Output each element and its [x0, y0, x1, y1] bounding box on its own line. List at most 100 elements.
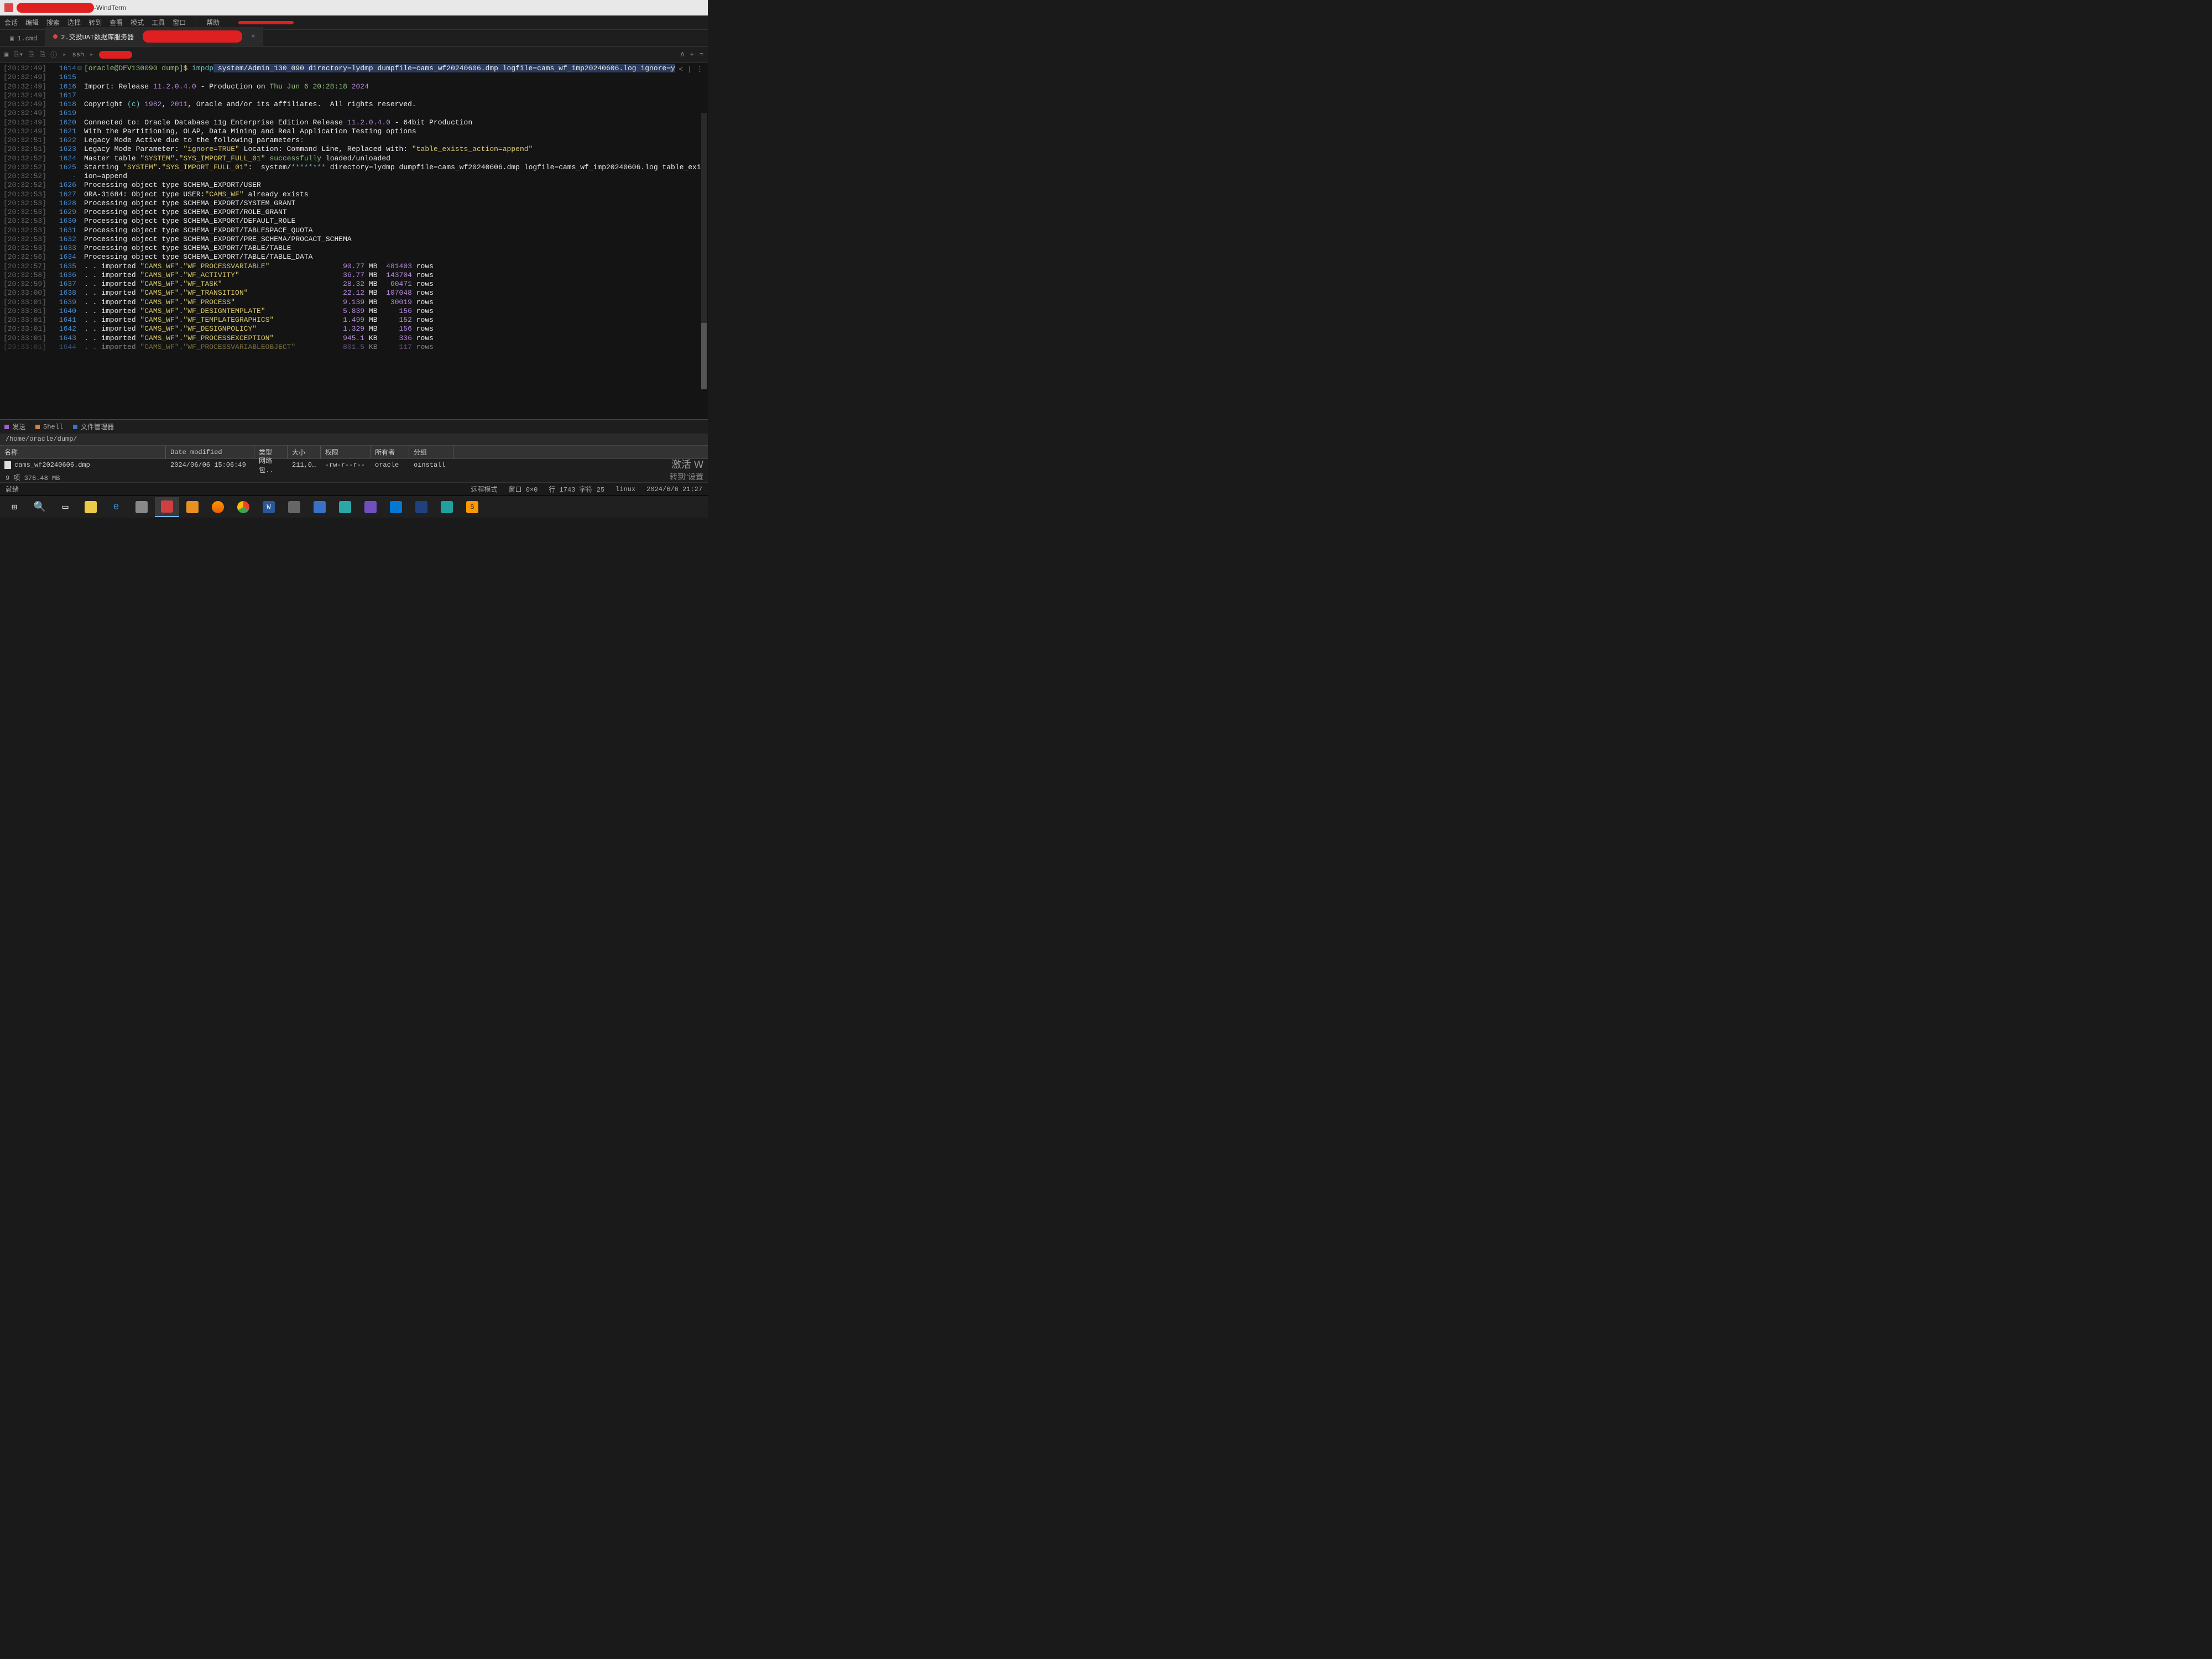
tool-font-a[interactable]: A [680, 51, 684, 59]
file-name: cams_wf20240606.dmp [14, 461, 90, 469]
gutter-timestamp: [20:32:53] [3, 244, 53, 253]
tab-close-icon[interactable]: × [251, 33, 255, 40]
file-row[interactable]: cams_wf20240606.dmp 2024/06/06 15:06:49 … [0, 459, 708, 471]
taskbar-firefox[interactable] [206, 497, 230, 517]
terminal-line: [20:33:01]1641 . . imported "CAMS_WF"."W… [3, 316, 705, 325]
terminal[interactable]: > < | ⋮ [20:32:49]1614⊟[oracle@DEV130090… [0, 63, 708, 419]
line-content: ORA-31684: Object type USER:"CAMS_WF" al… [84, 190, 705, 199]
menu-view[interactable]: 查看 [109, 18, 123, 27]
gutter-timestamp: [20:33:01] [3, 298, 53, 307]
gutter-linenum: 1632 [53, 235, 76, 244]
bottom-tab-filemanager[interactable]: 文件管理器 [73, 422, 114, 431]
crumb-ssh[interactable]: ssh [72, 51, 85, 59]
gutter-fold-icon [77, 217, 84, 226]
gutter-fold-icon [77, 343, 84, 352]
taskbar-app-darkblue[interactable] [409, 497, 434, 517]
taskbar-app-blue[interactable] [307, 497, 332, 517]
status-winsize: 窗口 0×0 [509, 484, 538, 494]
col-date[interactable]: Date modified [166, 446, 254, 458]
gutter-linenum: 1641 [53, 316, 76, 325]
file-group: oinstall [409, 461, 453, 469]
terminal-line: [20:33:01]1644 . . imported "CAMS_WF"."W… [3, 343, 705, 352]
terminal-line: [20:32:49]1619 [3, 109, 705, 118]
status-remote: 远程模式 [471, 484, 498, 494]
gutter-timestamp: [20:32:53] [3, 217, 53, 226]
taskbar-chrome[interactable] [231, 497, 255, 517]
taskbar-app-grey[interactable] [282, 497, 306, 517]
activation-line1: 激活 W [670, 457, 703, 471]
col-owner[interactable]: 所有者 [371, 446, 409, 458]
menu-edit[interactable]: 编辑 [25, 18, 39, 27]
gutter-timestamp: [20:32:53] [3, 190, 53, 199]
crumb-sep-icon: ▸ [62, 50, 66, 59]
menu-goto[interactable]: 转到 [88, 18, 102, 27]
gutter-fold-icon[interactable]: ⊟ [77, 64, 84, 73]
scrollbar-thumb[interactable] [701, 323, 707, 389]
bottom-tab-shell[interactable]: Shell [35, 423, 63, 431]
taskbar-vscode[interactable] [384, 497, 408, 517]
gutter-timestamp: [20:32:52] [3, 163, 53, 172]
menu-search[interactable]: 搜索 [46, 18, 60, 27]
tool-zoom-reset[interactable]: = [700, 51, 703, 59]
terminal-scrollbar[interactable] [701, 113, 707, 389]
taskbar-explorer[interactable] [79, 497, 103, 517]
term-split-icon[interactable]: | [687, 65, 692, 74]
taskbar-sublime[interactable]: S [460, 497, 484, 517]
gutter-fold-icon [77, 118, 84, 127]
terminal-line: [20:32:59]1637 . . imported "CAMS_WF"."W… [3, 280, 705, 289]
taskbar-app-orange[interactable] [180, 497, 205, 517]
gutter-linenum: 1633 [53, 244, 76, 253]
terminal-line: [20:32:58]1636 . . imported "CAMS_WF"."W… [3, 271, 705, 280]
file-path-bar[interactable]: /home/oracle/dump/ [0, 434, 708, 446]
term-more-icon[interactable]: ⋮ [696, 65, 703, 74]
term-nav-icon[interactable]: > < [670, 65, 683, 74]
terminal-line: [20:33:01]1642 . . imported "CAMS_WF"."W… [3, 325, 705, 333]
tool-lock-icon[interactable]: ▣ [4, 50, 8, 59]
tool-copy-icon[interactable]: ⎘ [29, 51, 34, 59]
menu-session[interactable]: 会话 [4, 18, 18, 27]
tab-cmd[interactable]: ▣ 1.cmd [2, 31, 45, 46]
col-perm[interactable]: 权限 [321, 446, 371, 458]
gutter-fold-icon [77, 145, 84, 154]
start-button[interactable]: ⊞ [2, 497, 27, 517]
menu-tools[interactable]: 工具 [152, 18, 165, 27]
terminal-line: [20:32:52]1625 Starting "SYSTEM"."SYS_IM… [3, 163, 705, 172]
tab-uat-db[interactable]: 2.交投UAT数据库服务器 × [45, 27, 263, 46]
gutter-linenum: 1616 [53, 82, 76, 91]
terminal-line: [20:32:49]1616 Import: Release 11.2.0.4.… [3, 82, 705, 91]
col-name[interactable]: 名称 [0, 446, 166, 458]
tool-zoom-in[interactable]: + [690, 51, 694, 59]
gutter-timestamp: [20:32:56] [3, 253, 53, 262]
menu-mode[interactable]: 模式 [131, 18, 144, 27]
gutter-linenum: 1637 [53, 280, 76, 289]
file-date: 2024/06/06 15:06:49 [166, 461, 254, 469]
taskbar-taskview[interactable]: ▭ [53, 497, 77, 517]
tool-paste-icon[interactable]: ⎘ [40, 51, 45, 59]
line-content: Processing object type SCHEMA_EXPORT/ROL… [84, 208, 705, 217]
taskbar-word[interactable]: W [257, 497, 281, 517]
taskbar-app-teal2[interactable] [435, 497, 459, 517]
col-group[interactable]: 分组 [409, 446, 453, 458]
status-bar: 就绪 远程模式 窗口 0×0 行 1743 字符 25 linux 2024/6… [0, 482, 708, 495]
bottom-tab-send[interactable]: 发送 [4, 422, 25, 431]
terminal-line: [20:32:49]1615 [3, 73, 705, 82]
taskbar-windterm[interactable] [155, 497, 179, 517]
line-content: . . imported "CAMS_WF"."WF_TASK" 28.32 M… [84, 280, 705, 289]
line-content: . . imported "CAMS_WF"."WF_TRANSITION" 2… [84, 289, 705, 298]
gutter-timestamp: [20:32:52] [3, 154, 53, 163]
menu-help[interactable]: 帮助 [206, 18, 220, 27]
col-size[interactable]: 大小 [288, 446, 321, 458]
taskbar-app-purple[interactable] [358, 497, 383, 517]
line-content: . . imported "CAMS_WF"."WF_PROCESSVARIAB… [84, 262, 705, 271]
gutter-linenum: 1615 [53, 73, 76, 82]
file-list-header: 名称 Date modified 类型 大小 权限 所有者 分组 [0, 446, 708, 459]
menu-select[interactable]: 选择 [67, 18, 81, 27]
taskbar-ie[interactable]: e [104, 497, 128, 517]
taskbar-app-teal[interactable] [333, 497, 357, 517]
taskbar-search[interactable]: 🔍 [28, 497, 52, 517]
gutter-fold-icon [77, 73, 84, 82]
tool-info-icon[interactable]: ⓘ [50, 50, 57, 59]
tool-new-icon[interactable]: ⎘▾ [14, 50, 23, 59]
menu-window[interactable]: 窗口 [173, 18, 186, 27]
taskbar-printer[interactable] [129, 497, 154, 517]
